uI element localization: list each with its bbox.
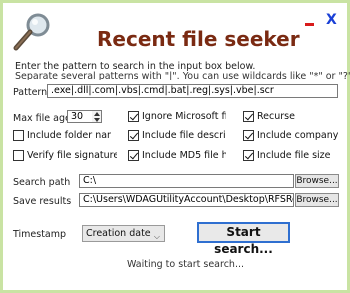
timestamp-label: Timestamp <box>13 229 67 240</box>
ignore-microsoft-files-label: Ignore Microsoft files <box>142 111 226 122</box>
max-file-age-stepper[interactable] <box>92 110 102 123</box>
include-folder-names-label: Include folder names <box>27 130 111 141</box>
timestamp-select[interactable]: Creation date ⌵ <box>82 225 165 242</box>
search-path-browse-button[interactable]: Browse... <box>295 174 339 188</box>
recurse-label: Recurse <box>257 111 295 122</box>
include-company-name-label: Include company name <box>257 130 341 141</box>
include-file-size-checkbox[interactable] <box>243 150 254 161</box>
magnifier-logo-icon <box>13 13 50 51</box>
search-path-input[interactable]: C:\ <box>79 174 294 188</box>
chevron-down-icon: ⌵ <box>153 232 160 241</box>
app-title: Recent file seeker <box>97 27 300 51</box>
timestamp-selected-value: Creation date <box>86 228 151 239</box>
status-text: Waiting to start search... <box>127 259 245 270</box>
main-panel: Recent file seeker X Enter the pattern t… <box>3 3 350 290</box>
recurse-checkbox[interactable] <box>243 111 254 122</box>
include-file-description-label: Include file description <box>142 130 226 141</box>
include-company-name-checkbox[interactable] <box>243 130 254 141</box>
pattern-label: Pattern <box>13 87 48 98</box>
save-results-label: Save results <box>13 196 72 207</box>
save-results-input[interactable]: C:\Users\WDAGUtilityAccount\Desktop\RFSR… <box>79 193 294 207</box>
ignore-microsoft-files-checkbox[interactable] <box>128 111 139 122</box>
instructions-line-2: Separate several patterns with "|". You … <box>15 71 350 80</box>
start-search-button[interactable]: Start search... <box>197 222 290 256</box>
verify-file-signatures-label: Verify file signatures <box>27 150 117 161</box>
include-file-size-label: Include file size <box>257 150 331 161</box>
stepper-down-icon[interactable] <box>94 118 100 122</box>
save-results-browse-button[interactable]: Browse... <box>295 193 339 207</box>
include-file-description-checkbox[interactable] <box>128 130 139 141</box>
search-path-label: Search path <box>13 177 71 188</box>
minimize-button[interactable] <box>305 17 315 29</box>
close-button[interactable]: X <box>326 12 337 28</box>
include-folder-names-checkbox[interactable] <box>13 130 24 141</box>
stepper-up-icon[interactable] <box>94 112 100 116</box>
max-file-age-label: Max file age <box>13 113 71 124</box>
include-md5-hash-label: Include MD5 file hash <box>142 150 226 161</box>
window-frame: Recent file seeker X Enter the pattern t… <box>0 0 350 293</box>
pattern-input[interactable]: .exe|.dll|.com|.vbs|.cmd|.bat|.reg|.sys|… <box>47 84 338 98</box>
max-file-age-input[interactable]: 30 <box>67 110 93 123</box>
include-md5-hash-checkbox[interactable] <box>128 150 139 161</box>
verify-file-signatures-checkbox[interactable] <box>13 150 24 161</box>
